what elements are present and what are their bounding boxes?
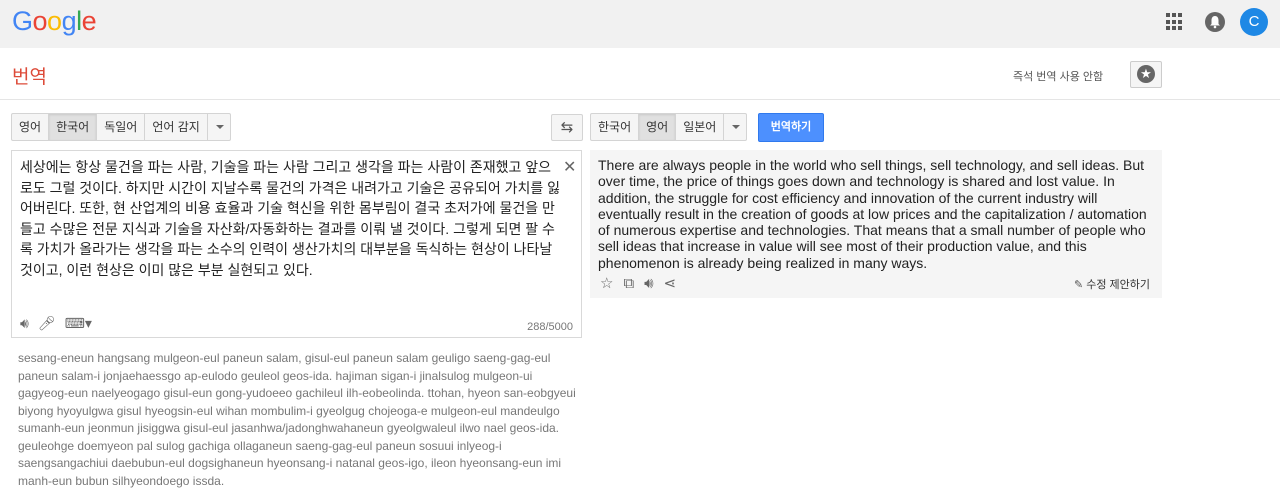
- keyboard-icon[interactable]: ⌨︎▾: [65, 315, 92, 332]
- divider: [0, 99, 1280, 100]
- target-language-bar: 한국어 영어 일본어: [590, 113, 748, 141]
- apps-grid-icon[interactable]: [1166, 13, 1184, 31]
- star-outline-icon[interactable]: ☆: [600, 274, 613, 292]
- target-lang-tab[interactable]: 영어: [639, 114, 677, 140]
- source-lang-tab[interactable]: 언어 감지: [145, 114, 208, 140]
- microphone-icon[interactable]: 🎤︎: [38, 315, 56, 332]
- disable-instant-translation-link[interactable]: 즉석 번역 사용 안함: [1013, 68, 1103, 84]
- logo-letter: G: [12, 6, 33, 36]
- pencil-icon: ✎: [1074, 279, 1084, 291]
- star-icon: ★: [1137, 65, 1155, 83]
- source-tools: 🔊︎ 🎤︎ ⌨︎▾: [20, 315, 101, 332]
- source-language-bar: 영어 한국어 독일어 언어 감지: [11, 113, 231, 141]
- phrasebook-button[interactable]: ★: [1130, 61, 1162, 88]
- share-icon[interactable]: ⋖: [664, 274, 677, 292]
- logo-letter: g: [61, 6, 77, 36]
- source-lang-tab[interactable]: 영어: [12, 114, 50, 140]
- source-text-box[interactable]: 세상에는 항상 물건을 파는 사람, 기술을 파는 사람 그리고 생각을 파는 …: [11, 150, 582, 338]
- source-lang-tab[interactable]: 독일어: [97, 114, 146, 140]
- suggest-edit-label: 수정 제안하기: [1086, 279, 1150, 291]
- top-bar: Google C: [0, 0, 1280, 48]
- speaker-icon[interactable]: 🔊︎: [644, 275, 653, 292]
- logo-letter: e: [81, 6, 97, 36]
- suggest-edit-link[interactable]: ✎ 수정 제안하기: [1074, 276, 1150, 292]
- logo-letter: o: [32, 6, 48, 36]
- google-logo[interactable]: Google: [12, 6, 97, 37]
- target-language-dropdown[interactable]: [724, 114, 746, 140]
- romanization-text: sesang-eneun hangsang mulgeon-eul paneun…: [18, 351, 576, 488]
- copy-icon[interactable]: ⧉: [623, 275, 634, 292]
- source-language-dropdown[interactable]: [208, 114, 230, 140]
- speaker-icon[interactable]: 🔊︎: [20, 315, 29, 332]
- notifications-bell-icon[interactable]: [1205, 12, 1225, 32]
- source-text[interactable]: 세상에는 항상 물건을 파는 사람, 기술을 파는 사람 그리고 생각을 파는 …: [20, 157, 560, 280]
- translate-button[interactable]: 번역하기: [758, 113, 824, 142]
- logo-letter: o: [47, 6, 62, 36]
- character-count: 288/5000: [527, 321, 573, 333]
- translation-tools: ☆ ⧉ 🔊︎ ⋖: [600, 274, 686, 293]
- target-lang-tab[interactable]: 일본어: [676, 114, 725, 140]
- source-lang-tab[interactable]: 한국어: [49, 114, 98, 140]
- page-title: 번역: [12, 67, 47, 88]
- avatar[interactable]: C: [1240, 8, 1268, 36]
- target-lang-tab[interactable]: 한국어: [591, 114, 640, 140]
- translation-result-box: There are always people in the world who…: [590, 150, 1162, 298]
- translation-text: There are always people in the world who…: [598, 157, 1147, 271]
- clear-icon[interactable]: ✕: [563, 157, 576, 177]
- swap-languages-button[interactable]: ⇆: [551, 114, 583, 141]
